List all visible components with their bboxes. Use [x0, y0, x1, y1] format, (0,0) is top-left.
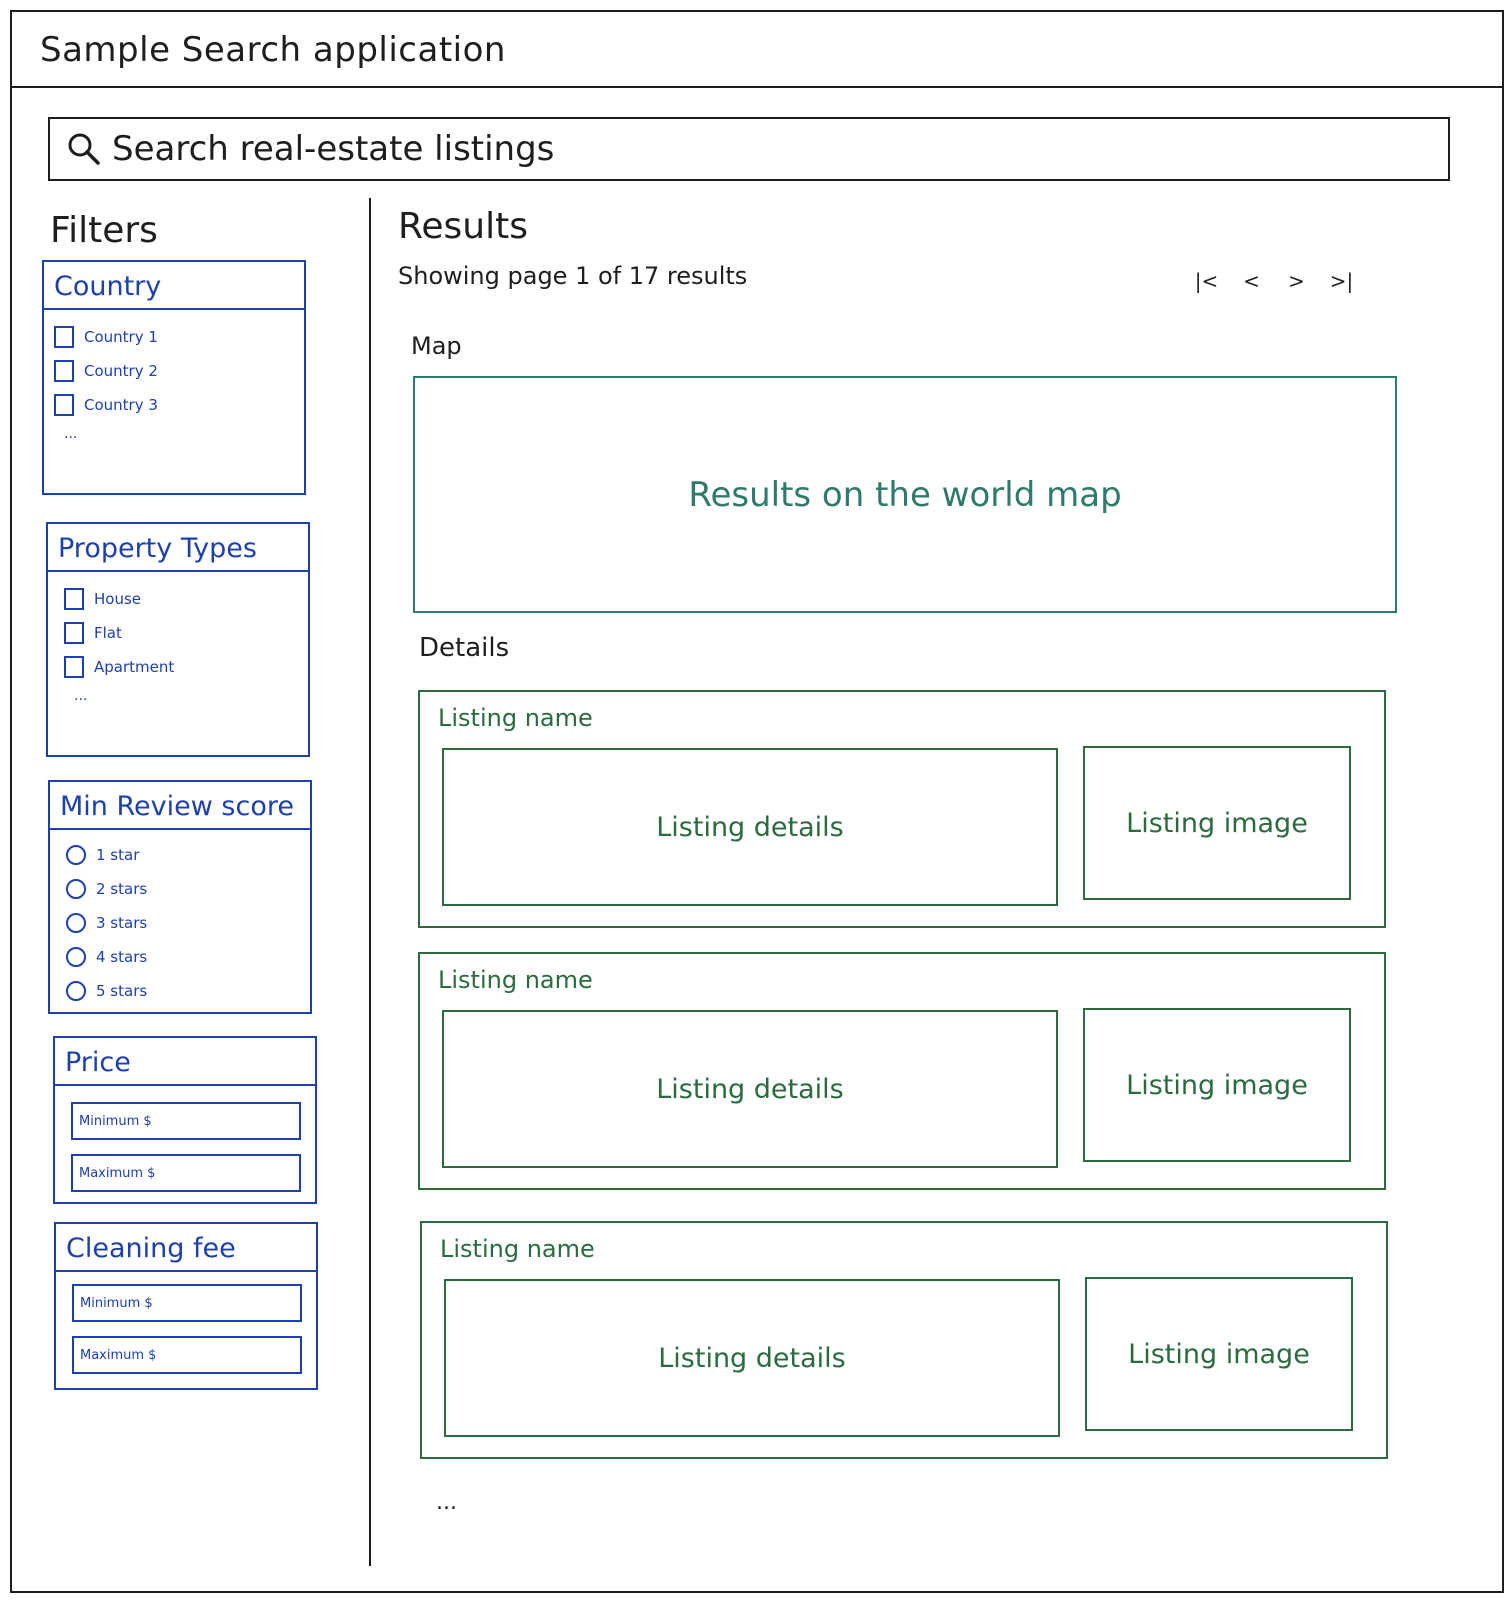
- filter-price-title: Price: [55, 1038, 315, 1086]
- listing-details: Listing details: [442, 1010, 1058, 1168]
- filter-property-types-title: Property Types: [48, 524, 308, 572]
- checkbox[interactable]: [64, 656, 84, 678]
- app-header: Sample Search application: [10, 10, 1504, 88]
- filter-cleaning-fee-title: Cleaning fee: [56, 1224, 316, 1272]
- search-input[interactable]: Search real-estate listings: [112, 129, 554, 169]
- results-count: Showing page 1 of 17 results: [398, 262, 748, 290]
- filters-title: Filters: [50, 210, 158, 251]
- details-label: Details: [419, 633, 510, 663]
- country-more: ...: [64, 426, 78, 442]
- search-icon: [68, 133, 100, 165]
- radio[interactable]: [66, 879, 86, 899]
- filter-min-review-score: Min Review score 1 star 2 stars 3 stars …: [48, 780, 312, 1014]
- listing-image: Listing image: [1083, 746, 1351, 900]
- filter-cleaning-fee: Cleaning fee Minimum $ Maximum $: [54, 1222, 318, 1390]
- more-results: ...: [436, 1490, 457, 1515]
- next-page-button[interactable]: >: [1274, 268, 1319, 294]
- prev-page-button[interactable]: <: [1229, 268, 1274, 294]
- price-min-input[interactable]: Minimum $: [71, 1102, 301, 1140]
- column-divider: [369, 198, 371, 1566]
- listing-name: Listing name: [438, 704, 593, 732]
- review-option[interactable]: 4 stars: [66, 940, 310, 974]
- radio[interactable]: [66, 981, 86, 1001]
- checkbox[interactable]: [54, 394, 74, 416]
- property-types-more: ...: [74, 688, 88, 704]
- map-label: Map: [411, 332, 462, 360]
- country-option[interactable]: Country 3: [54, 388, 304, 422]
- listing-image: Listing image: [1083, 1008, 1351, 1162]
- checkbox[interactable]: [64, 588, 84, 610]
- listing-card[interactable]: Listing name Listing details Listing ima…: [420, 1221, 1388, 1459]
- pagination: |< < > >|: [1184, 268, 1364, 294]
- radio[interactable]: [66, 913, 86, 933]
- filter-min-review-score-title: Min Review score: [50, 782, 310, 830]
- search-bar[interactable]: Search real-estate listings: [48, 117, 1450, 181]
- listing-name: Listing name: [440, 1235, 595, 1263]
- filter-property-types: Property Types House Flat Apartment ...: [46, 522, 310, 757]
- filter-country: Country Country 1 Country 2 Country 3 ..…: [42, 260, 306, 495]
- filter-price: Price Minimum $ Maximum $: [53, 1036, 317, 1204]
- radio[interactable]: [66, 947, 86, 967]
- review-option[interactable]: 3 stars: [66, 906, 310, 940]
- map-placeholder-text: Results on the world map: [688, 474, 1122, 515]
- checkbox[interactable]: [54, 326, 74, 348]
- checkbox[interactable]: [64, 622, 84, 644]
- review-option[interactable]: 5 stars: [66, 974, 310, 1008]
- radio[interactable]: [66, 845, 86, 865]
- property-type-option[interactable]: House: [64, 582, 308, 616]
- first-page-button[interactable]: |<: [1184, 268, 1229, 294]
- checkbox[interactable]: [54, 360, 74, 382]
- cleaning-fee-min-input[interactable]: Minimum $: [72, 1284, 302, 1322]
- listing-card[interactable]: Listing name Listing details Listing ima…: [418, 952, 1386, 1190]
- listing-details: Listing details: [442, 748, 1058, 906]
- review-option[interactable]: 1 star: [66, 838, 310, 872]
- listing-image: Listing image: [1085, 1277, 1353, 1431]
- country-option[interactable]: Country 2: [54, 354, 304, 388]
- price-max-input[interactable]: Maximum $: [71, 1154, 301, 1192]
- filter-country-title: Country: [44, 262, 304, 310]
- property-type-option[interactable]: Apartment: [64, 650, 308, 684]
- cleaning-fee-max-input[interactable]: Maximum $: [72, 1336, 302, 1374]
- results-title: Results: [398, 206, 528, 247]
- review-option[interactable]: 2 stars: [66, 872, 310, 906]
- listing-details: Listing details: [444, 1279, 1060, 1437]
- property-type-option[interactable]: Flat: [64, 616, 308, 650]
- app-title: Sample Search application: [40, 30, 506, 70]
- country-option[interactable]: Country 1: [54, 320, 304, 354]
- listing-name: Listing name: [438, 966, 593, 994]
- results-map[interactable]: Results on the world map: [413, 376, 1397, 613]
- last-page-button[interactable]: >|: [1319, 268, 1364, 294]
- listing-card[interactable]: Listing name Listing details Listing ima…: [418, 690, 1386, 928]
